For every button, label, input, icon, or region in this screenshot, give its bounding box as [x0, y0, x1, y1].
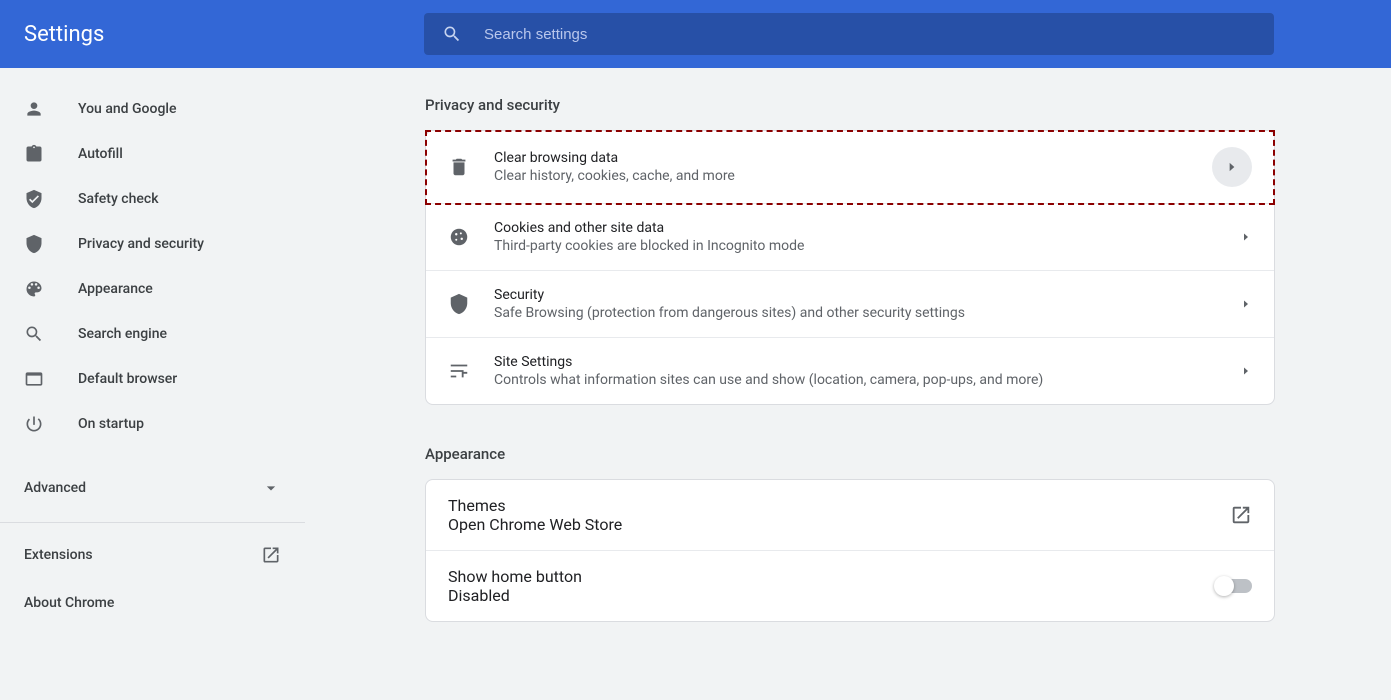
row-title: Security — [494, 287, 1240, 303]
sidebar-item-you-and-google[interactable]: You and Google — [0, 89, 305, 129]
row-show-home-button[interactable]: Show home button Disabled — [426, 551, 1274, 621]
chevron-down-icon — [261, 478, 281, 498]
power-icon — [24, 414, 44, 434]
sidebar: You and Google Autofill Safety check Pri… — [0, 68, 305, 700]
sidebar-item-appearance[interactable]: Appearance — [0, 269, 305, 309]
sidebar-item-search-engine[interactable]: Search engine — [0, 314, 305, 354]
row-title: Site Settings — [494, 354, 1240, 370]
search-input[interactable] — [484, 26, 1256, 43]
row-subtitle: Clear history, cookies, cache, and more — [494, 168, 1212, 184]
shield-check-icon — [24, 189, 44, 209]
sidebar-item-label: Appearance — [78, 281, 153, 297]
row-text: Themes Open Chrome Web Store — [448, 496, 1230, 534]
extensions-label: Extensions — [24, 547, 93, 563]
sidebar-advanced-toggle[interactable]: Advanced — [0, 464, 305, 512]
sidebar-item-label: On startup — [78, 416, 144, 432]
row-site-settings[interactable]: Site Settings Controls what information … — [426, 338, 1274, 404]
search-icon — [442, 24, 462, 44]
chevron-right-icon — [1240, 231, 1252, 243]
row-text: Security Safe Browsing (protection from … — [494, 287, 1240, 321]
sidebar-item-default-browser[interactable]: Default browser — [0, 359, 305, 399]
palette-icon — [24, 279, 44, 299]
sliders-icon — [448, 360, 470, 382]
chevron-right-icon — [1240, 365, 1252, 377]
cookie-icon — [448, 226, 470, 248]
row-subtitle: Safe Browsing (protection from dangerous… — [494, 305, 1240, 321]
privacy-card: Clear browsing data Clear history, cooki… — [425, 130, 1275, 405]
sidebar-item-about[interactable]: About Chrome — [0, 579, 305, 627]
about-label: About Chrome — [24, 595, 114, 611]
sidebar-item-label: Default browser — [78, 371, 177, 387]
row-subtitle: Disabled — [448, 586, 1216, 605]
search-container[interactable] — [424, 13, 1274, 55]
chevron-right-icon — [1240, 298, 1252, 310]
row-subtitle: Third-party cookies are blocked in Incog… — [494, 238, 1240, 254]
browser-icon — [24, 369, 44, 389]
open-external-icon — [261, 545, 281, 565]
open-external-icon — [1230, 504, 1252, 526]
sidebar-item-label: Autofill — [78, 146, 123, 162]
main-content: Privacy and security Clear browsing data… — [305, 68, 1391, 700]
row-title: Show home button — [448, 567, 1216, 586]
section-title-appearance: Appearance — [425, 445, 1275, 463]
row-title: Clear browsing data — [494, 150, 1212, 166]
sidebar-item-safety-check[interactable]: Safety check — [0, 179, 305, 219]
shield-icon — [448, 293, 470, 315]
sidebar-item-label: Privacy and security — [78, 236, 204, 252]
row-text: Cookies and other site data Third-party … — [494, 220, 1240, 254]
row-subtitle: Controls what information sites can use … — [494, 372, 1240, 388]
search-icon — [24, 324, 44, 344]
page-title: Settings — [24, 22, 424, 47]
sidebar-item-label: Search engine — [78, 326, 167, 342]
shield-icon — [24, 234, 44, 254]
chevron-right-icon — [1212, 147, 1252, 187]
row-security[interactable]: Security Safe Browsing (protection from … — [426, 271, 1274, 338]
row-themes[interactable]: Themes Open Chrome Web Store — [426, 480, 1274, 551]
row-title: Themes — [448, 496, 1230, 515]
sidebar-item-autofill[interactable]: Autofill — [0, 134, 305, 174]
row-clear-browsing-data[interactable]: Clear browsing data Clear history, cooki… — [426, 131, 1274, 204]
advanced-label: Advanced — [24, 480, 86, 496]
sidebar-item-privacy-security[interactable]: Privacy and security — [0, 224, 305, 264]
row-text: Show home button Disabled — [448, 567, 1216, 605]
sidebar-item-extensions[interactable]: Extensions — [0, 531, 305, 579]
trash-icon — [448, 156, 470, 178]
sidebar-item-on-startup[interactable]: On startup — [0, 404, 305, 444]
sidebar-item-label: Safety check — [78, 191, 159, 207]
section-title-privacy: Privacy and security — [425, 96, 1275, 114]
divider — [0, 522, 305, 523]
row-text: Clear browsing data Clear history, cooki… — [494, 150, 1212, 184]
header-bar: Settings — [0, 0, 1391, 68]
row-cookies[interactable]: Cookies and other site data Third-party … — [426, 204, 1274, 271]
row-subtitle: Open Chrome Web Store — [448, 515, 1230, 534]
person-icon — [24, 99, 44, 119]
clipboard-icon — [24, 144, 44, 164]
row-title: Cookies and other site data — [494, 220, 1240, 236]
row-text: Site Settings Controls what information … — [494, 354, 1240, 388]
appearance-card: Themes Open Chrome Web Store Show home b… — [425, 479, 1275, 622]
sidebar-item-label: You and Google — [78, 101, 176, 117]
toggle-switch[interactable] — [1216, 579, 1252, 593]
